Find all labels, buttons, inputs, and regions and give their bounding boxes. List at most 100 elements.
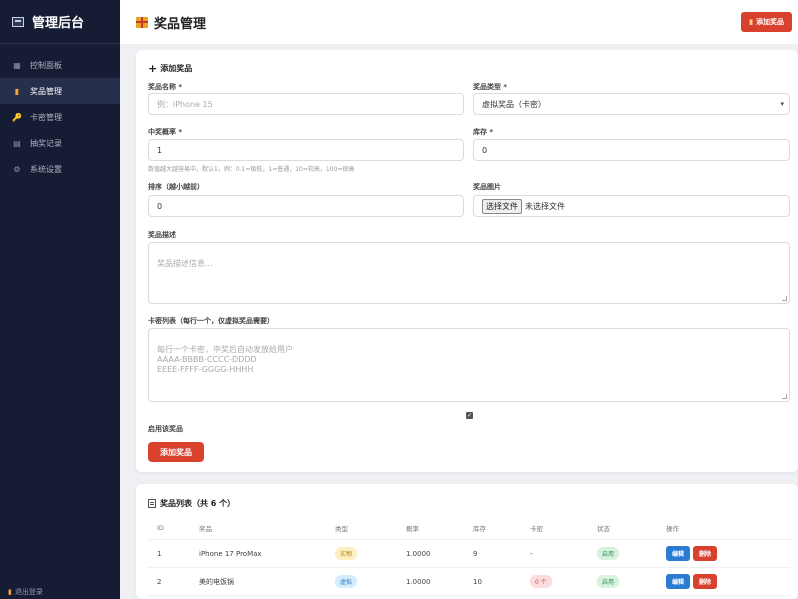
prize-list-card: 奖品列表（共 6 个） ID 奖品 类型 概率 库存 卡密 状态 操作 1 iP… [136,484,798,599]
description-label: 奖品描述 [148,231,176,239]
form-title: + 添加奖品 [148,62,192,75]
cards-textarea[interactable]: 每行一个卡密，中奖后自动发放给用户 AAAA-BBBB-CCCC-DDDD EE… [148,328,790,402]
cell-actions: 编辑 删除 [666,540,720,567]
delete-button[interactable]: 删除 [693,574,718,589]
table-header: ID 奖品 类型 概率 库存 卡密 状态 操作 [148,516,790,540]
probability-hint: 数值越大越容易中，默认1。例：0.1=极低，1=普通，10=较高，100=很高 [148,166,355,173]
edit-button[interactable]: 编辑 [666,574,691,589]
page-title-text: 奖品管理 [154,16,207,32]
choose-file-button[interactable]: 选择文件 [482,198,522,214]
sidebar-item-settings[interactable]: ⚙ 系统设置 [0,156,120,182]
add-prize-top-button[interactable]: ▮ 添加奖品 [741,12,792,32]
prize-type-select[interactable]: 虚拟奖品（卡密） ▾ [473,93,790,115]
gear-icon: ⚙ [13,164,21,174]
chevron-down-icon: ▾ [780,100,784,108]
cell-actions: 编辑 删除 [666,568,720,595]
sidebar-nav: ▦ 控制面板 ▮ 奖品管理 🔑 卡密管理 ▤ 抽奖记录 ⚙ 系统设置 [0,52,120,182]
table-row: 1 iPhone 17 ProMax 实物 1.0000 9 - 启用 编辑 删… [148,540,790,568]
cell-type: 虚拟 [335,568,358,595]
column-header: 库存 [473,524,486,533]
image-label: 奖品图片 [473,183,501,191]
logout-link[interactable]: ▮ 退出登录 [8,587,43,597]
column-header: 操作 [666,524,679,533]
dashboard-icon: ▦ [13,60,21,70]
cell-stock: 10 [473,577,482,586]
logout-label: 退出登录 [14,588,43,596]
enable-checkbox[interactable]: ✓ [466,412,473,419]
resize-handle[interactable] [782,296,787,301]
sidebar-item-records[interactable]: ▤ 抽奖记录 [0,130,120,156]
gift-icon: ▮ [749,19,753,26]
sidebar-item-cards[interactable]: 🔑 卡密管理 [0,104,120,130]
add-prize-top-label: 添加奖品 [756,19,784,26]
topbar: 奖品管理 ▮ 添加奖品 [120,0,798,44]
cell-status: 启用 [597,540,620,567]
column-header: 概率 [406,524,419,533]
description-placeholder: 奖品描述信息... [157,259,213,268]
table-row: 2 美的电饭锅 虚拟 1.0000 10 0 个 启用 编辑 删除 [148,568,790,596]
cell-cards: - [530,549,533,558]
resize-handle[interactable] [782,394,787,399]
plus-icon: + [148,62,158,75]
cell-probability: 1.0000 [406,577,431,586]
stock-label: 库存 * [473,128,494,136]
sort-input[interactable]: 0 [148,195,464,217]
delete-button[interactable]: 删除 [693,546,718,561]
prize-table: ID 奖品 类型 概率 库存 卡密 状态 操作 1 iPhone 17 ProM… [148,516,790,596]
cards-label: 卡密列表（每行一个，仅虚拟奖品需要） [148,317,274,325]
cell-id: 2 [157,577,162,586]
cards-count-badge: 0 个 [530,575,552,588]
brand: 管理后台 [0,0,120,44]
description-textarea[interactable]: 奖品描述信息... [148,242,790,304]
enable-label: 启用该奖品 [148,425,183,433]
cell-id: 1 [157,549,162,558]
page-title: 奖品管理 [136,13,206,32]
stock-input[interactable]: 0 [473,139,790,161]
type-badge: 虚拟 [335,575,358,588]
status-badge: 启用 [597,575,620,588]
cell-name: iPhone 17 ProMax [199,549,262,558]
prize-type-value: 虚拟奖品（卡密） [482,99,546,109]
sidebar-item-dashboard[interactable]: ▦ 控制面板 [0,52,120,78]
submit-add-prize-button[interactable]: 添加奖品 [148,442,204,462]
file-status: 未选择文件 [525,201,565,211]
logout-icon: ▮ [8,588,12,596]
sidebar-item-prizes[interactable]: ▮ 奖品管理 [0,78,120,104]
clipboard-icon: ▤ [13,138,21,148]
form-title-text: 添加奖品 [160,64,193,73]
gift-icon: ▮ [14,86,20,96]
clipboard-icon [148,499,156,508]
sidebar-item-label: 卡密管理 [30,112,62,122]
sidebar-item-label: 奖品管理 [30,86,62,96]
sidebar-item-label: 抽奖记录 [30,138,62,148]
probability-label: 中奖概率 * [148,128,183,136]
list-title-text: 奖品列表（共 6 个） [160,499,236,508]
cell-cards: 0 个 [530,568,552,595]
list-title: 奖品列表（共 6 个） [148,498,235,509]
edit-button[interactable]: 编辑 [666,546,691,561]
sidebar-item-label: 系统设置 [30,164,62,174]
type-badge: 实物 [335,547,358,560]
probability-input[interactable]: 1 [148,139,464,161]
column-header: ID [157,523,164,532]
add-prize-form: + 添加奖品 奖品名称 * 例：iPhone 15 奖品类型 * 虚拟奖品（卡密… [136,50,798,472]
sidebar: 管理后台 ▦ 控制面板 ▮ 奖品管理 🔑 卡密管理 ▤ 抽奖记录 ⚙ 系统设置 … [0,0,120,599]
name-label: 奖品名称 * [148,83,183,91]
image-file-input[interactable]: 选择文件 未选择文件 [473,195,790,217]
brand-title: 管理后台 [32,16,85,31]
column-header: 类型 [335,524,348,533]
gift-icon [136,16,148,28]
cards-placeholder: 每行一个卡密，中奖后自动发放给用户 AAAA-BBBB-CCCC-DDDD EE… [157,345,293,374]
monitor-icon [12,16,24,27]
status-badge: 启用 [597,547,620,560]
cell-type: 实物 [335,540,358,567]
cell-stock: 9 [473,549,478,558]
sidebar-item-label: 控制面板 [30,60,62,70]
prize-name-input[interactable]: 例：iPhone 15 [148,93,464,115]
cell-status: 启用 [597,568,620,595]
sort-label: 排序（越小越前） [148,183,204,191]
key-icon: 🔑 [12,112,22,122]
cell-name: 美的电饭锅 [199,577,234,586]
column-header: 卡密 [530,524,543,533]
type-label: 奖品类型 * [473,83,508,91]
